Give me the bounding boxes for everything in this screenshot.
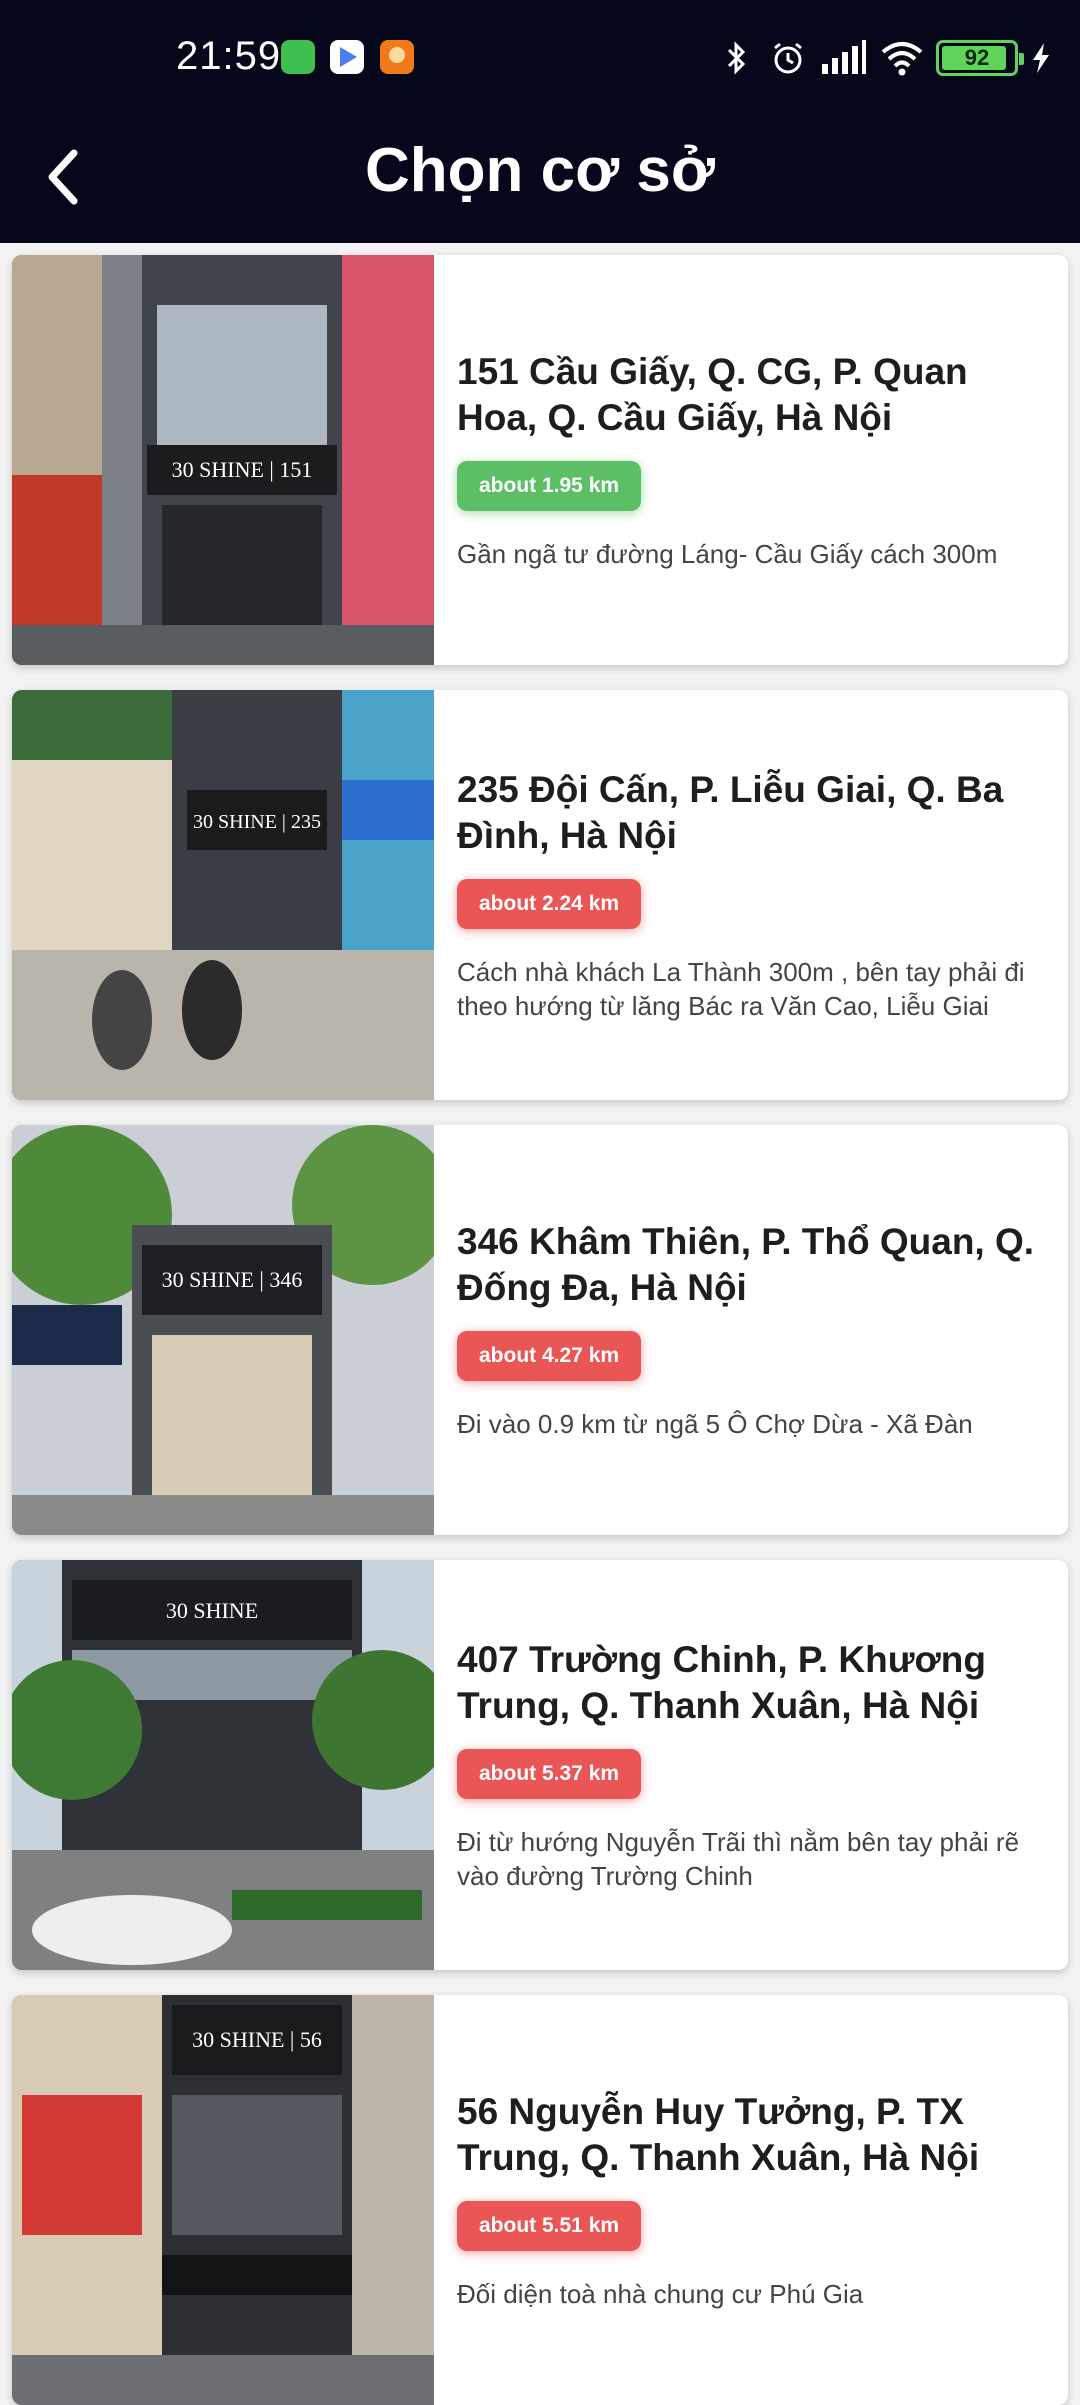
location-card[interactable]: 30 SHINE | 346 346 Khâm Thiên, P. Thổ Qu… [12, 1125, 1068, 1535]
svg-text:30 SHINE | 235: 30 SHINE | 235 [193, 811, 321, 833]
battery-icon: 92 [936, 40, 1024, 76]
location-photo: 30 SHINE [12, 1560, 434, 1970]
app-notification-icon [281, 40, 315, 74]
location-photo: 30 SHINE | 346 [12, 1125, 434, 1535]
status-bar: 21:59 92 [0, 0, 1080, 115]
location-note: Cách nhà khách La Thành 300m , bên tay p… [457, 957, 1025, 1021]
play-store-icon [330, 40, 364, 74]
page-title: Chọn cơ sở [365, 136, 715, 205]
distance-badge: about 5.51 km [457, 2201, 642, 2251]
wifi-icon [881, 42, 923, 76]
location-address: 235 Đội Cấn, P. Liễu Giai, Q. Ba Đình, H… [457, 769, 1004, 856]
battery-percent: 92 [964, 45, 990, 70]
bluetooth-icon [727, 41, 746, 75]
location-info: 56 Nguyễn Huy Tưởng, P. TX Trung, Q. Tha… [457, 1995, 1048, 2405]
location-address: 56 Nguyễn Huy Tưởng, P. TX Trung, Q. Tha… [457, 2091, 980, 2178]
location-info: 235 Đội Cấn, P. Liễu Giai, Q. Ba Đình, H… [457, 690, 1048, 1100]
location-address: 407 Trường Chinh, P. Khương Trung, Q. Th… [457, 1639, 987, 1726]
location-note: Đi từ hướng Nguyễn Trãi thì nằm bên tay … [457, 1827, 1020, 1891]
location-card[interactable]: 30 SHINE | 56 56 Nguyễn Huy Tưởng, P. TX… [12, 1995, 1068, 2405]
location-card[interactable]: 30 SHINE | 235 235 Đội Cấn, P. Liễu Giai… [12, 690, 1068, 1100]
svg-text:30 SHINE: 30 SHINE [166, 1598, 258, 1623]
location-photo: 30 SHINE | 56 [12, 1995, 434, 2405]
status-icons: 92 [716, 38, 1052, 78]
svg-text:30 SHINE | 151: 30 SHINE | 151 [172, 457, 313, 482]
location-info: 407 Trường Chinh, P. Khương Trung, Q. Th… [457, 1560, 1048, 1970]
alarm-icon [774, 42, 802, 74]
location-info: 151 Cầu Giấy, Q. CG, P. Quan Hoa, Q. Cầu… [457, 255, 1048, 665]
svg-text:30 SHINE | 56: 30 SHINE | 56 [192, 2027, 322, 2052]
location-photo: 30 SHINE | 151 [12, 255, 434, 665]
distance-badge: about 1.95 km [457, 461, 642, 511]
charging-icon [1033, 43, 1049, 73]
location-address: 346 Khâm Thiên, P. Thổ Quan, Q. Đống Đa,… [457, 1221, 1035, 1308]
location-info: 346 Khâm Thiên, P. Thổ Quan, Q. Đống Đa,… [457, 1125, 1048, 1535]
svg-text:30 SHINE | 346: 30 SHINE | 346 [162, 1267, 303, 1292]
location-photo: 30 SHINE | 235 [12, 690, 434, 1100]
app-header: Chọn cơ sở [0, 115, 1080, 243]
location-note: Gần ngã tư đường Láng- Cầu Giấy cách 300… [457, 539, 998, 569]
status-time: 21:59 [176, 34, 282, 78]
app-notification-icon [380, 40, 414, 74]
distance-badge: about 5.37 km [457, 1749, 642, 1799]
location-address: 151 Cầu Giấy, Q. CG, P. Quan Hoa, Q. Cầu… [457, 351, 968, 438]
signal-icon [822, 40, 866, 74]
location-card[interactable]: 30 SHINE 407 Trường Chinh, P. Khương Tru… [12, 1560, 1068, 1970]
location-card[interactable]: 30 SHINE | 151 151 Cầu Giấy, Q. CG, P. Q… [12, 255, 1068, 665]
distance-badge: about 2.24 km [457, 879, 642, 929]
distance-badge: about 4.27 km [457, 1331, 642, 1381]
location-note: Đi vào 0.9 km từ ngã 5 Ô Chợ Dừa - Xã Đà… [457, 1409, 973, 1439]
location-note: Đối diện toà nhà chung cư Phú Gia [457, 2279, 864, 2309]
